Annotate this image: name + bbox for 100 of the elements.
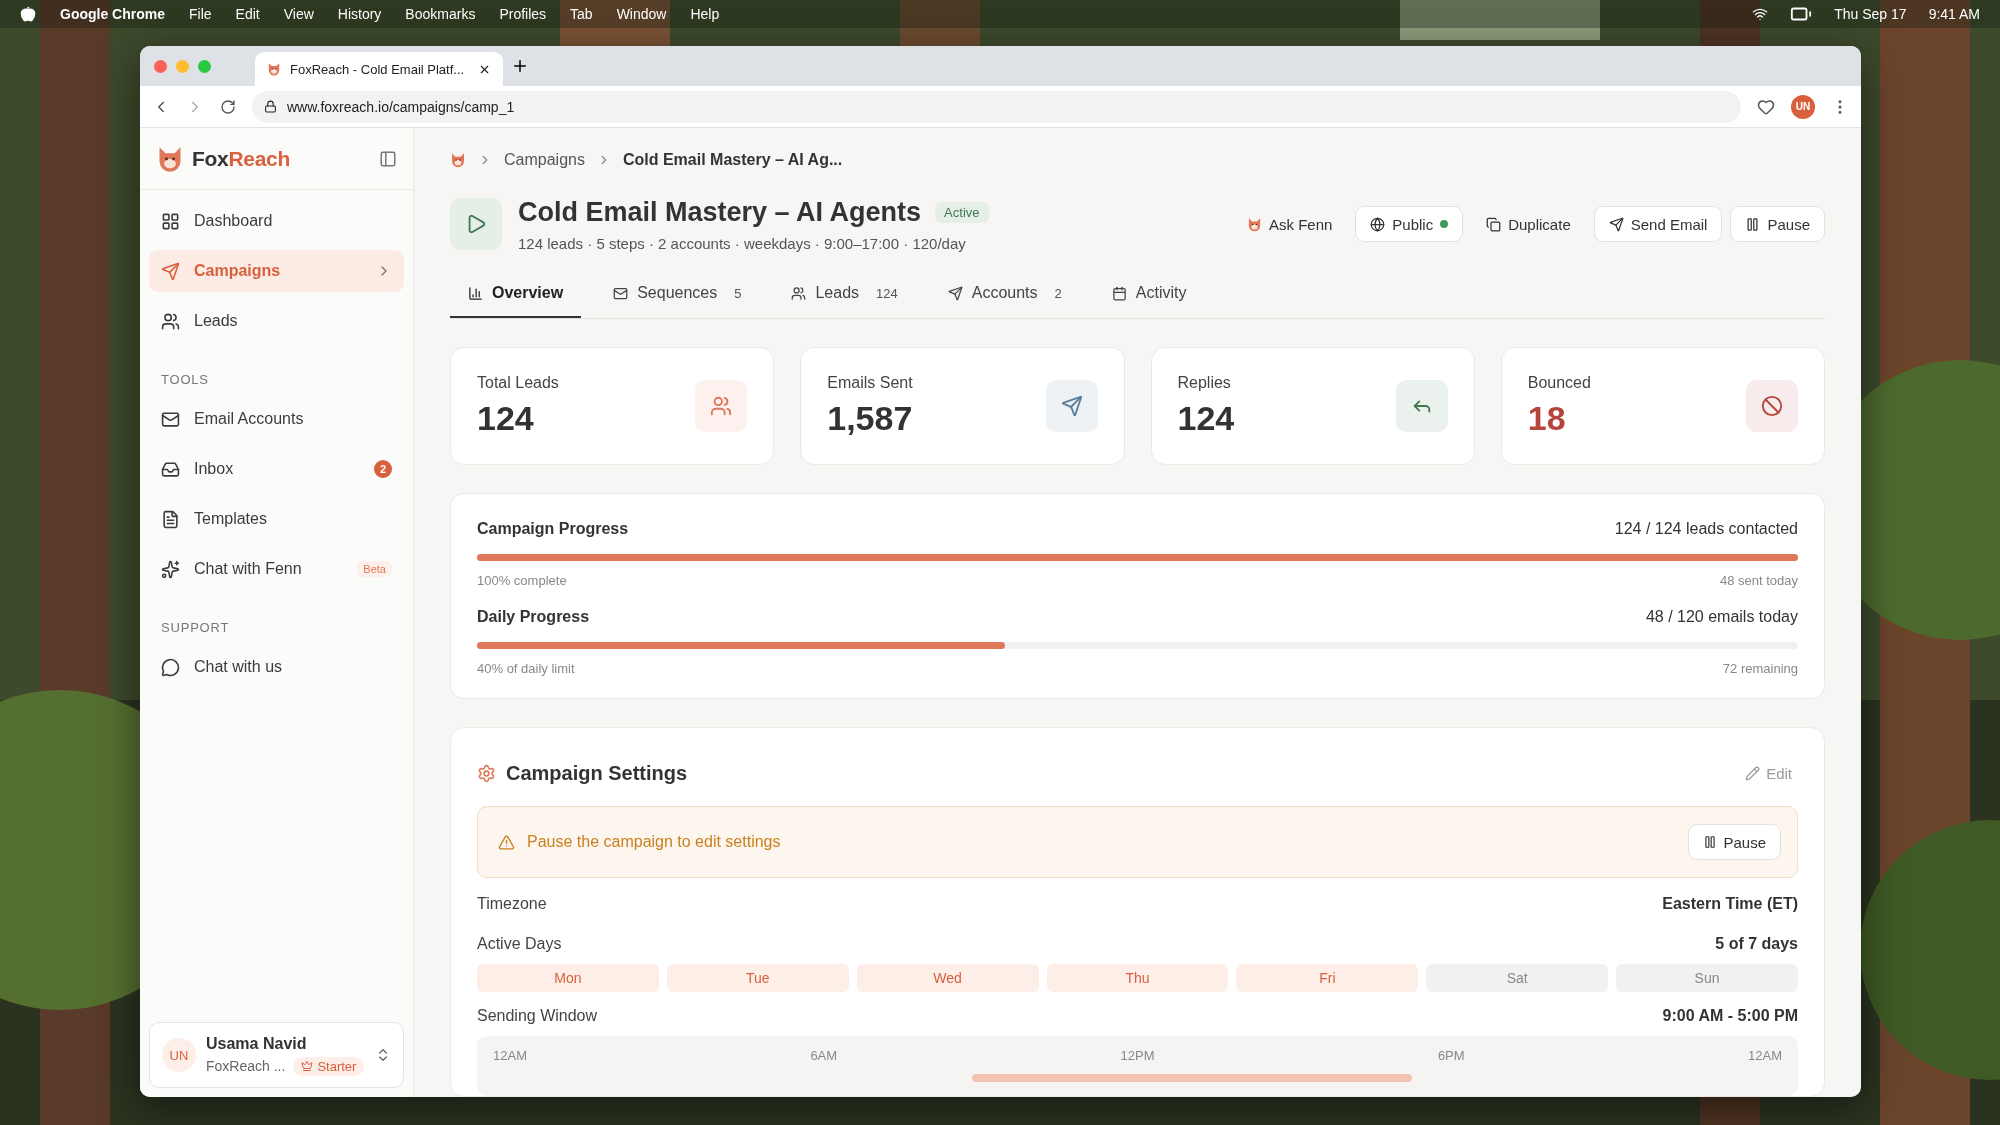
nav-icon [161, 657, 180, 677]
timeline-tick: 12PM [1120, 1048, 1155, 1065]
setting-label: Sending Window [477, 1007, 598, 1025]
browser-tab[interactable]: FoxReach - Cold Email Platf... [255, 52, 503, 86]
menu-item[interactable]: Profiles [499, 6, 547, 22]
nav-icon [161, 211, 180, 231]
progress-reading: 124 / 124 leads contacted [1614, 520, 1798, 538]
menu-item[interactable]: Bookmarks [405, 6, 476, 22]
sidebar-item[interactable]: Templates [149, 498, 404, 540]
action-button[interactable]: Duplicate [1471, 206, 1586, 243]
tab[interactable]: Sequences 5 [595, 270, 760, 318]
progress-note: 40% of daily limit [477, 661, 575, 676]
tab-count: 124 [876, 285, 898, 301]
menu-item[interactable]: Help [690, 6, 720, 22]
tab[interactable]: Overview [450, 270, 582, 318]
tab-icon [468, 285, 483, 301]
menu-item[interactable]: Window [616, 6, 667, 22]
section-heading: SUPPORT [160, 619, 231, 637]
action-button[interactable]: Public [1355, 206, 1464, 243]
sidebar-toggle-icon[interactable] [379, 149, 397, 168]
setting-value: Eastern Time (ET) [1662, 895, 1798, 913]
setting-label: Active Days [477, 935, 562, 953]
stat-value: 1,587 [827, 399, 913, 438]
tab[interactable]: Accounts 2 [929, 270, 1080, 318]
sidebar-item[interactable]: Leads [149, 300, 404, 342]
sidebar-item[interactable]: Chat with Fenn Beta [149, 548, 404, 590]
fox-logo-icon [1246, 216, 1262, 232]
tab-count: 2 [1054, 285, 1062, 301]
tab-icon [947, 285, 963, 301]
brand-name: FoxReach [192, 146, 290, 171]
breadcrumb-current: Cold Email Mastery – AI Ag... [622, 151, 843, 170]
fox-logo-icon [267, 62, 281, 76]
fox-logo-icon [450, 152, 466, 169]
wifi-icon [1752, 6, 1769, 22]
tab-icon [791, 285, 807, 301]
stat-value: 124 [477, 399, 535, 438]
user-avatar: UN [162, 1038, 196, 1072]
timeline-tick: 6AM [810, 1048, 838, 1065]
setting-value: 9:00 AM - 5:00 PM [1662, 1007, 1798, 1025]
progress-note: 100% complete [477, 573, 567, 588]
action-button[interactable]: Ask Fenn [1231, 206, 1348, 243]
new-tab-icon[interactable] [511, 57, 529, 75]
apple-logo-icon [20, 6, 36, 22]
action-icon [1370, 216, 1386, 232]
heart-icon[interactable] [1757, 97, 1775, 116]
user-card[interactable]: UN Usama Navid FoxReach ... Starter [149, 1022, 404, 1088]
menu-item[interactable]: View [283, 6, 314, 22]
stat-label: Emails Sent [827, 374, 913, 392]
address-bar[interactable]: www.foxreach.io/campaigns/camp_1 [252, 90, 1741, 123]
tab-icon [613, 285, 629, 301]
nav-icon [161, 409, 180, 429]
sidebar-item[interactable]: Email Accounts [149, 398, 404, 440]
pause-icon [1703, 835, 1718, 849]
timeline-tick: 6PM [1437, 1048, 1465, 1065]
setting-label: Timezone [477, 895, 547, 913]
action-icon [1745, 216, 1761, 232]
nav-icon [161, 559, 180, 579]
crown-icon [301, 1060, 314, 1072]
tab[interactable]: Activity [1093, 270, 1205, 318]
setting-value: 5 of 7 days [1715, 935, 1798, 953]
user-name: Usama Navid [206, 1034, 308, 1053]
pause-button[interactable]: Pause [1688, 824, 1781, 860]
pencil-icon [1745, 765, 1761, 781]
tab-count: 5 [734, 285, 742, 301]
breadcrumb-link[interactable]: Campaigns [504, 151, 585, 170]
menu-item[interactable]: File [189, 6, 212, 22]
menu-app-name[interactable]: Google Chrome [60, 6, 165, 22]
status-badge: Active [935, 201, 989, 223]
count-badge: 2 [374, 460, 392, 478]
stat-value: 18 [1527, 399, 1567, 438]
progress-title: Campaign Progress [477, 520, 629, 538]
action-button[interactable]: Pause [1730, 206, 1825, 243]
play-icon [450, 198, 502, 251]
menu-item[interactable]: Edit [235, 6, 260, 22]
organization-name: FoxReach ... [206, 1058, 286, 1074]
plan-badge: Starter [293, 1056, 365, 1076]
stat-value: 124 [1177, 399, 1235, 438]
beta-tag: Beta [357, 561, 392, 577]
nav-icon [161, 261, 180, 281]
tab-icon [1111, 285, 1127, 301]
settings-title: Campaign Settings [506, 761, 688, 785]
profile-avatar[interactable]: UN [1791, 94, 1815, 119]
campaign-title: Cold Email Mastery – AI Agents [518, 196, 922, 228]
warning-icon [498, 833, 515, 851]
settings-icon [477, 763, 496, 783]
reload-icon[interactable] [220, 98, 236, 115]
sidebar-item[interactable]: Dashboard [149, 200, 404, 242]
timeline-tick: 12AM [1748, 1048, 1782, 1065]
action-button[interactable]: Send Email [1593, 206, 1723, 243]
sidebar-item[interactable]: Inbox 2 [149, 448, 404, 490]
notice-text: Pause the campaign to edit settings [527, 833, 781, 851]
stat-label: Total Leads [477, 374, 559, 392]
stat-label: Replies [1177, 374, 1232, 392]
lock-icon [264, 100, 277, 113]
progress-note: 72 remaining [1722, 661, 1798, 676]
timeline-tick: 12AM [493, 1048, 527, 1065]
menu-item[interactable]: Tab [570, 6, 593, 22]
sidebar-item[interactable]: Chat with us [149, 646, 404, 688]
menu-item[interactable]: History [337, 6, 382, 22]
tab[interactable]: Leads 124 [773, 270, 916, 318]
